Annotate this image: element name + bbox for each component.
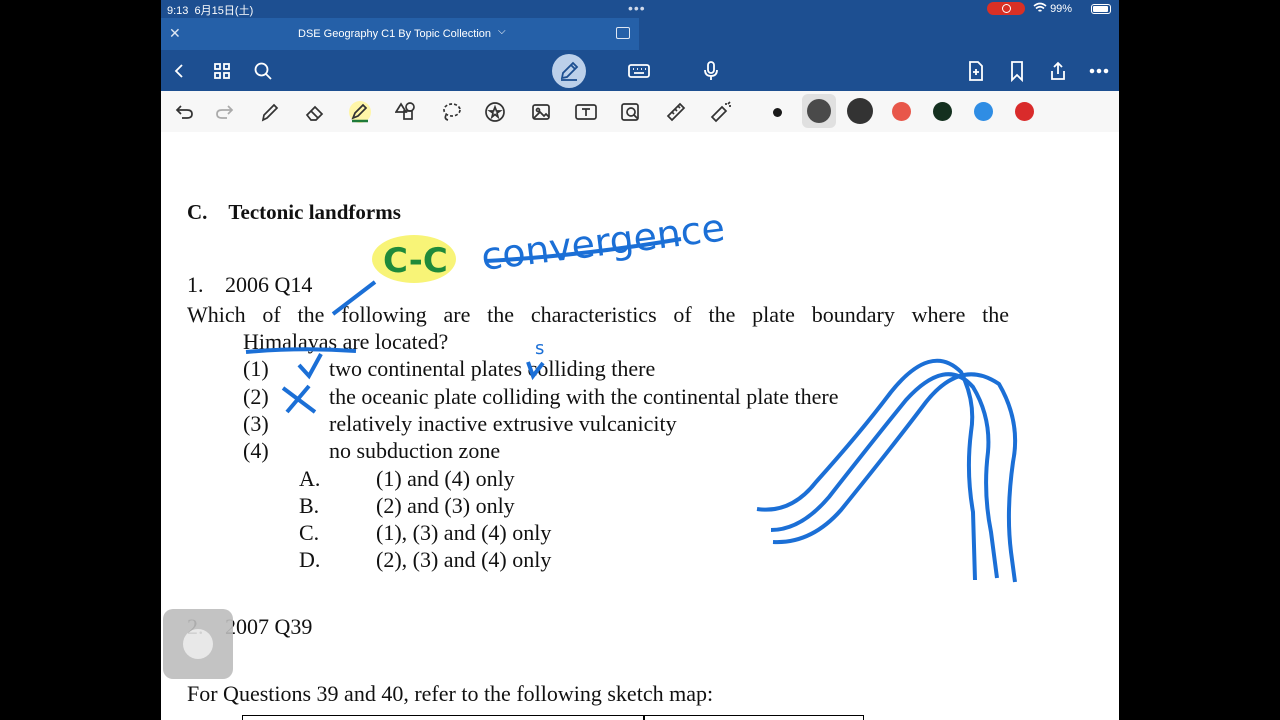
battery-icon bbox=[1091, 4, 1111, 14]
answer-d-letter: D. bbox=[299, 547, 321, 572]
answer-a-text: (1) and (4) only bbox=[376, 466, 515, 491]
lasso-icon[interactable] bbox=[438, 99, 464, 125]
color-swatch-dark-green[interactable] bbox=[933, 102, 952, 121]
split-view-icon[interactable] bbox=[616, 27, 630, 39]
underline-stroke bbox=[485, 237, 682, 263]
wifi-icon bbox=[1033, 2, 1047, 12]
shapes-icon[interactable] bbox=[393, 99, 419, 125]
search-icon[interactable] bbox=[250, 58, 276, 84]
question-1-number: 1. bbox=[187, 272, 204, 297]
color-swatch-dark-gray[interactable] bbox=[807, 99, 831, 123]
status-bar: 9:13 6月15日(土) ••• 99% bbox=[161, 0, 1119, 18]
document-tab[interactable]: ✕ DSE Geography C1 By Topic Collection ⌵ bbox=[161, 18, 639, 50]
cross-mark bbox=[281, 384, 317, 414]
document-page[interactable]: C. Tectonic landforms 1. 2006 Q14 Which … bbox=[161, 132, 1119, 720]
sticker-icon[interactable] bbox=[482, 99, 508, 125]
option-2-text: the oceanic plate colliding with the con… bbox=[329, 384, 839, 409]
answer-a-letter: A. bbox=[299, 466, 321, 491]
microphone-icon[interactable] bbox=[698, 58, 724, 84]
laser-pointer-icon[interactable] bbox=[708, 99, 734, 125]
answer-b-text: (2) and (3) only bbox=[376, 493, 515, 518]
pen-mode-icon[interactable] bbox=[552, 54, 586, 88]
color-swatch-black-small[interactable] bbox=[773, 108, 782, 117]
battery-percent: 99% bbox=[1050, 3, 1073, 15]
answer-c-letter: C. bbox=[299, 520, 320, 545]
zoom-icon[interactable] bbox=[618, 99, 644, 125]
floating-assistive-button[interactable] bbox=[163, 609, 233, 679]
eraser-icon[interactable] bbox=[302, 99, 328, 125]
textbox-icon[interactable] bbox=[573, 99, 599, 125]
cc-handwriting: C-C bbox=[383, 241, 448, 281]
multitask-dots[interactable]: ••• bbox=[628, 0, 646, 16]
option-2-number: (2) bbox=[243, 384, 269, 409]
grid-icon[interactable] bbox=[209, 58, 235, 84]
highlighter-icon[interactable] bbox=[347, 99, 373, 125]
answer-c-text: (1), (3) and (4) only bbox=[376, 520, 552, 545]
bookmark-icon[interactable] bbox=[1004, 58, 1030, 84]
option-3-text: relatively inactive extrusive vulcanicit… bbox=[329, 411, 677, 436]
question-1-text-cont: Himalayas are located? bbox=[243, 329, 449, 354]
tab-bar: ✕ DSE Geography C1 By Topic Collection ⌵ bbox=[161, 18, 1119, 50]
color-swatch-red[interactable] bbox=[1015, 102, 1034, 121]
sketch-map-frame bbox=[242, 715, 864, 720]
keyboard-icon[interactable] bbox=[626, 58, 652, 84]
option-1-text: two continental plates colliding there bbox=[329, 356, 656, 381]
wifi-battery-status: 99% bbox=[1033, 2, 1072, 15]
option-3-number: (3) bbox=[243, 411, 269, 436]
option-4-text: no subduction zone bbox=[329, 438, 501, 463]
chevron-down-icon[interactable]: ⌵ bbox=[498, 26, 506, 37]
color-swatch-charcoal[interactable] bbox=[847, 98, 873, 124]
color-swatch-blue[interactable] bbox=[974, 102, 993, 121]
nav-bar bbox=[161, 50, 1119, 91]
answer-b-letter: B. bbox=[299, 493, 320, 518]
section-heading: C. Tectonic landforms bbox=[187, 200, 401, 224]
tab-title[interactable]: DSE Geography C1 By Topic Collection bbox=[298, 28, 491, 40]
status-time: 9:13 6月15日(土) bbox=[167, 5, 254, 17]
more-icon[interactable] bbox=[1086, 58, 1112, 84]
pen-icon[interactable] bbox=[257, 99, 283, 125]
color-swatch-coral[interactable] bbox=[892, 102, 911, 121]
share-icon[interactable] bbox=[1045, 58, 1071, 84]
back-icon[interactable] bbox=[167, 58, 193, 84]
ruler-icon[interactable] bbox=[663, 99, 689, 125]
screen-recording-indicator bbox=[987, 2, 1025, 15]
redo-icon[interactable] bbox=[212, 99, 238, 125]
question-2-source: 2007 Q39 bbox=[225, 614, 313, 639]
option-4-number: (4) bbox=[243, 438, 269, 463]
convergence-handwriting: convergence bbox=[479, 205, 727, 279]
tick-mark bbox=[297, 353, 323, 380]
question-2-intro: For Questions 39 and 40, refer to the fo… bbox=[187, 681, 714, 706]
highlight-mark bbox=[372, 235, 456, 283]
undo-icon[interactable] bbox=[171, 99, 197, 125]
answer-d-text: (2), (3) and (4) only bbox=[376, 547, 552, 572]
drawing-toolbar bbox=[161, 91, 1119, 133]
close-tab-icon[interactable]: ✕ bbox=[169, 25, 181, 42]
question-1-text: Which of the following are the character… bbox=[187, 302, 1009, 327]
add-page-icon[interactable] bbox=[963, 58, 989, 84]
option-1-number: (1) bbox=[243, 356, 269, 381]
ipad-screen: 9:13 6月15日(土) ••• 99% ✕ DSE Geography C1… bbox=[161, 0, 1119, 720]
image-icon[interactable] bbox=[528, 99, 554, 125]
question-1-source: 2006 Q14 bbox=[225, 272, 313, 297]
